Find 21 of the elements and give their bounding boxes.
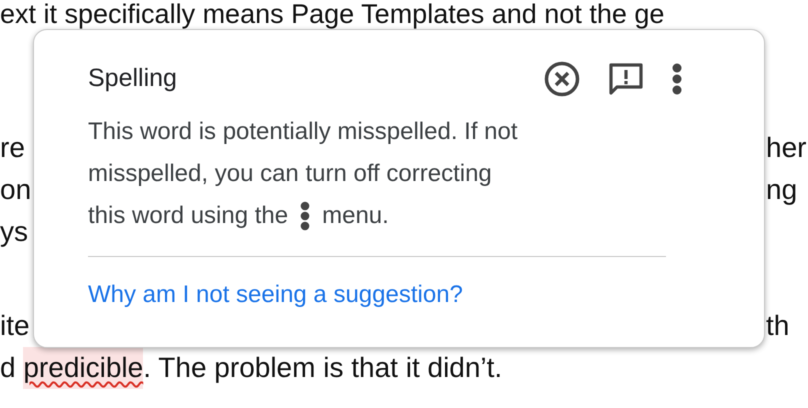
message-text: this word using the xyxy=(88,201,288,231)
more-options-icon xyxy=(300,201,310,231)
popup-title: Spelling xyxy=(88,63,177,93)
document-text: ite xyxy=(0,310,30,341)
misspelled-word: predicible xyxy=(23,347,144,389)
document-text: ys xyxy=(0,216,28,247)
more-options-icon[interactable] xyxy=(672,63,682,95)
close-icon[interactable] xyxy=(544,61,580,97)
message-text: menu. xyxy=(322,201,389,231)
document-text: d xyxy=(0,351,17,385)
message-text: This word is potentially misspelled. If not xyxy=(88,117,518,147)
help-link[interactable]: Why am I not seeing a suggestion? xyxy=(88,280,463,310)
document-text: . The problem is that it didn’t. xyxy=(143,351,502,385)
document-text: ext it specifically means Page Templates and not the ge xyxy=(0,0,664,31)
document-text: th xyxy=(766,310,790,341)
document-text: ng xyxy=(766,174,798,205)
message-text: misspelled, you can turn off correcting xyxy=(88,159,492,189)
document-text: her xyxy=(766,132,806,163)
document-text: on xyxy=(0,174,32,205)
document-text: re xyxy=(0,132,25,163)
feedback-icon[interactable] xyxy=(608,62,644,96)
